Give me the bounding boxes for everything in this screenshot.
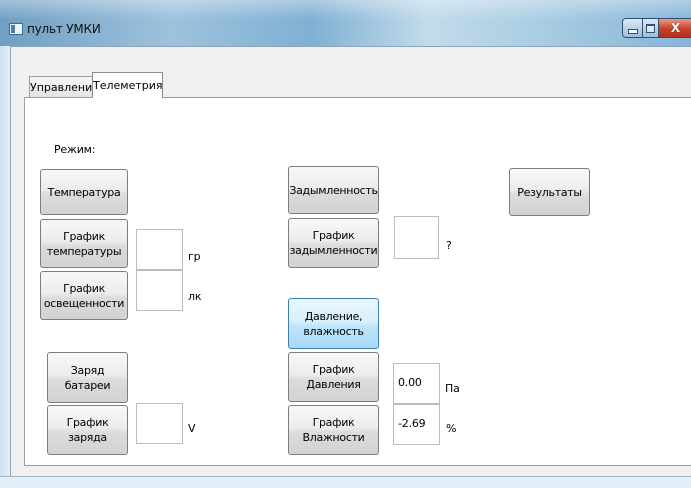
humidity-field[interactable]: -2.69 [393,404,440,445]
temperature-unit: гр [188,250,201,263]
tab-control[interactable]: Управление [29,76,99,97]
mode-label: Режим: [54,143,96,156]
window-frame-bottom [0,476,691,488]
smoke-chart-label: График задымленности [289,229,378,257]
tab-telemetry[interactable]: Телеметрия [92,72,163,98]
charge-field[interactable] [136,403,183,444]
pressure-humidity-button[interactable]: Давление, влажность [288,298,379,349]
light-unit: лк [188,290,202,303]
battery-button[interactable]: Заряд батареи [47,352,128,403]
results-button[interactable]: Результаты [509,168,590,216]
battery-label: Заряд батареи [64,363,111,392]
temperature-chart-button[interactable]: График температуры [40,219,128,268]
pressure-chart-label: График Давления [306,363,361,391]
pressure-humidity-label: Давление, влажность [303,309,364,338]
close-button[interactable]: X [659,19,691,37]
smoke-unit: ? [446,239,452,252]
window-title: пульт УМКИ [27,22,101,36]
smoke-chart-button[interactable]: График задымленности [288,218,379,268]
close-icon: X [670,21,681,35]
temperature-field[interactable] [136,229,183,270]
app-icon [9,23,23,35]
charge-chart-label: График заряда [66,416,109,444]
title-bar[interactable] [0,0,691,46]
maximize-button[interactable] [643,19,659,37]
light-chart-label: График освещенности [43,281,125,310]
window-frame-left [0,46,10,487]
window-controls: X [622,18,691,38]
light-chart-button[interactable]: График освещенности [40,271,128,320]
pressure-unit: Па [445,382,460,395]
charge-chart-button[interactable]: График заряда [47,405,128,455]
pressure-field[interactable]: 0.00 [393,363,440,404]
charge-unit: V [188,422,196,435]
temperature-chart-label: График температуры [46,229,122,258]
minimize-button[interactable] [623,19,643,37]
light-field[interactable] [136,270,183,311]
smoke-button[interactable]: Задымленность [288,166,379,214]
humidity-chart-button[interactable]: График Влажности [288,405,379,455]
smoke-field[interactable] [394,216,439,259]
temperature-button[interactable]: Температура [40,169,128,215]
pressure-chart-button[interactable]: График Давления [288,352,379,402]
minimize-icon [627,28,638,34]
humidity-unit: % [446,422,457,435]
humidity-chart-label: График Влажности [302,416,365,444]
maximize-icon [646,23,655,33]
